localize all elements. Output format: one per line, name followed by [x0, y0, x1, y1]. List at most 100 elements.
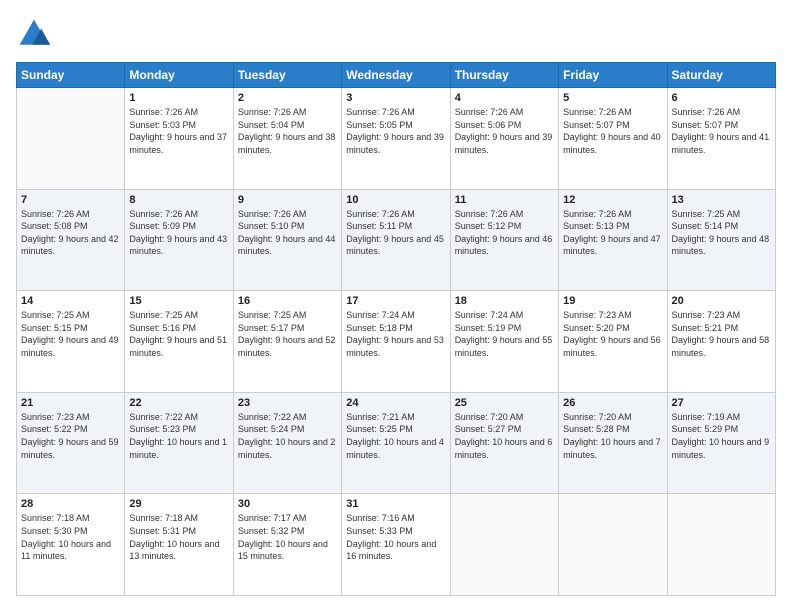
daylight-text: Daylight: 9 hours and 39 minutes.: [346, 132, 444, 155]
calendar-week: 28 Sunrise: 7:18 AM Sunset: 5:30 PM Dayl…: [17, 494, 776, 596]
daylight-text: Daylight: 10 hours and 9 minutes.: [672, 437, 770, 460]
calendar-cell: 29 Sunrise: 7:18 AM Sunset: 5:31 PM Dayl…: [125, 494, 233, 596]
calendar-cell: 20 Sunrise: 7:23 AM Sunset: 5:21 PM Dayl…: [667, 291, 775, 393]
sunset-text: Sunset: 5:32 PM: [238, 526, 305, 536]
daylight-text: Daylight: 9 hours and 45 minutes.: [346, 234, 444, 257]
sunrise-text: Sunrise: 7:22 AM: [129, 412, 198, 422]
sunset-text: Sunset: 5:17 PM: [238, 323, 305, 333]
sunrise-text: Sunrise: 7:26 AM: [129, 209, 198, 219]
sunset-text: Sunset: 5:20 PM: [563, 323, 630, 333]
sunrise-text: Sunrise: 7:23 AM: [563, 310, 632, 320]
day-info: Sunrise: 7:18 AM Sunset: 5:30 PM Dayligh…: [21, 512, 120, 562]
sunrise-text: Sunrise: 7:18 AM: [21, 513, 90, 523]
sunrise-text: Sunrise: 7:17 AM: [238, 513, 307, 523]
daylight-text: Daylight: 9 hours and 56 minutes.: [563, 335, 661, 358]
sunset-text: Sunset: 5:29 PM: [672, 424, 739, 434]
sunrise-text: Sunrise: 7:25 AM: [21, 310, 90, 320]
weekday-header: Saturday: [667, 63, 775, 88]
day-number: 31: [346, 498, 445, 510]
sunset-text: Sunset: 5:19 PM: [455, 323, 522, 333]
calendar-cell: 3 Sunrise: 7:26 AM Sunset: 5:05 PM Dayli…: [342, 88, 450, 190]
day-number: 6: [672, 92, 771, 104]
calendar-cell: 6 Sunrise: 7:26 AM Sunset: 5:07 PM Dayli…: [667, 88, 775, 190]
daylight-text: Daylight: 10 hours and 1 minute.: [129, 437, 227, 460]
sunset-text: Sunset: 5:23 PM: [129, 424, 196, 434]
sunrise-text: Sunrise: 7:21 AM: [346, 412, 415, 422]
calendar-week: 14 Sunrise: 7:25 AM Sunset: 5:15 PM Dayl…: [17, 291, 776, 393]
day-number: 7: [21, 194, 120, 206]
calendar-cell: 26 Sunrise: 7:20 AM Sunset: 5:28 PM Dayl…: [559, 392, 667, 494]
day-number: 9: [238, 194, 337, 206]
calendar-cell: [17, 88, 125, 190]
sunset-text: Sunset: 5:24 PM: [238, 424, 305, 434]
daylight-text: Daylight: 9 hours and 40 minutes.: [563, 132, 661, 155]
daylight-text: Daylight: 9 hours and 48 minutes.: [672, 234, 770, 257]
daylight-text: Daylight: 9 hours and 37 minutes.: [129, 132, 227, 155]
sunset-text: Sunset: 5:30 PM: [21, 526, 88, 536]
day-number: 15: [129, 295, 228, 307]
calendar-cell: 17 Sunrise: 7:24 AM Sunset: 5:18 PM Dayl…: [342, 291, 450, 393]
sunrise-text: Sunrise: 7:26 AM: [563, 107, 632, 117]
sunrise-text: Sunrise: 7:26 AM: [346, 107, 415, 117]
daylight-text: Daylight: 10 hours and 7 minutes.: [563, 437, 661, 460]
sunrise-text: Sunrise: 7:25 AM: [129, 310, 198, 320]
sunrise-text: Sunrise: 7:20 AM: [455, 412, 524, 422]
sunrise-text: Sunrise: 7:25 AM: [672, 209, 741, 219]
daylight-text: Daylight: 9 hours and 55 minutes.: [455, 335, 553, 358]
calendar-cell: 7 Sunrise: 7:26 AM Sunset: 5:08 PM Dayli…: [17, 189, 125, 291]
calendar-week: 7 Sunrise: 7:26 AM Sunset: 5:08 PM Dayli…: [17, 189, 776, 291]
logo-icon: [16, 16, 52, 52]
day-info: Sunrise: 7:26 AM Sunset: 5:06 PM Dayligh…: [455, 106, 554, 156]
calendar-week: 1 Sunrise: 7:26 AM Sunset: 5:03 PM Dayli…: [17, 88, 776, 190]
daylight-text: Daylight: 10 hours and 15 minutes.: [238, 539, 328, 562]
day-info: Sunrise: 7:16 AM Sunset: 5:33 PM Dayligh…: [346, 512, 445, 562]
calendar-cell: 27 Sunrise: 7:19 AM Sunset: 5:29 PM Dayl…: [667, 392, 775, 494]
day-info: Sunrise: 7:26 AM Sunset: 5:03 PM Dayligh…: [129, 106, 228, 156]
sunset-text: Sunset: 5:14 PM: [672, 221, 739, 231]
daylight-text: Daylight: 9 hours and 42 minutes.: [21, 234, 119, 257]
day-info: Sunrise: 7:26 AM Sunset: 5:11 PM Dayligh…: [346, 208, 445, 258]
sunrise-text: Sunrise: 7:26 AM: [672, 107, 741, 117]
daylight-text: Daylight: 10 hours and 4 minutes.: [346, 437, 444, 460]
sunrise-text: Sunrise: 7:26 AM: [129, 107, 198, 117]
day-info: Sunrise: 7:25 AM Sunset: 5:17 PM Dayligh…: [238, 309, 337, 359]
calendar-cell: 31 Sunrise: 7:16 AM Sunset: 5:33 PM Dayl…: [342, 494, 450, 596]
weekday-row: SundayMondayTuesdayWednesdayThursdayFrid…: [17, 63, 776, 88]
day-info: Sunrise: 7:20 AM Sunset: 5:27 PM Dayligh…: [455, 411, 554, 461]
day-number: 3: [346, 92, 445, 104]
day-number: 19: [563, 295, 662, 307]
day-info: Sunrise: 7:26 AM Sunset: 5:07 PM Dayligh…: [672, 106, 771, 156]
daylight-text: Daylight: 9 hours and 44 minutes.: [238, 234, 336, 257]
calendar-cell: 30 Sunrise: 7:17 AM Sunset: 5:32 PM Dayl…: [233, 494, 341, 596]
day-info: Sunrise: 7:22 AM Sunset: 5:24 PM Dayligh…: [238, 411, 337, 461]
sunset-text: Sunset: 5:07 PM: [563, 120, 630, 130]
day-info: Sunrise: 7:26 AM Sunset: 5:08 PM Dayligh…: [21, 208, 120, 258]
day-info: Sunrise: 7:17 AM Sunset: 5:32 PM Dayligh…: [238, 512, 337, 562]
day-info: Sunrise: 7:25 AM Sunset: 5:16 PM Dayligh…: [129, 309, 228, 359]
daylight-text: Daylight: 10 hours and 2 minutes.: [238, 437, 336, 460]
sunrise-text: Sunrise: 7:16 AM: [346, 513, 415, 523]
day-info: Sunrise: 7:23 AM Sunset: 5:20 PM Dayligh…: [563, 309, 662, 359]
day-number: 18: [455, 295, 554, 307]
day-number: 23: [238, 397, 337, 409]
day-number: 21: [21, 397, 120, 409]
weekday-header: Tuesday: [233, 63, 341, 88]
calendar-body: 1 Sunrise: 7:26 AM Sunset: 5:03 PM Dayli…: [17, 88, 776, 596]
day-number: 13: [672, 194, 771, 206]
day-info: Sunrise: 7:26 AM Sunset: 5:07 PM Dayligh…: [563, 106, 662, 156]
day-number: 25: [455, 397, 554, 409]
calendar-cell: 13 Sunrise: 7:25 AM Sunset: 5:14 PM Dayl…: [667, 189, 775, 291]
calendar-cell: 19 Sunrise: 7:23 AM Sunset: 5:20 PM Dayl…: [559, 291, 667, 393]
sunset-text: Sunset: 5:08 PM: [21, 221, 88, 231]
sunset-text: Sunset: 5:25 PM: [346, 424, 413, 434]
calendar-cell: 4 Sunrise: 7:26 AM Sunset: 5:06 PM Dayli…: [450, 88, 558, 190]
day-number: 30: [238, 498, 337, 510]
day-info: Sunrise: 7:24 AM Sunset: 5:18 PM Dayligh…: [346, 309, 445, 359]
sunrise-text: Sunrise: 7:19 AM: [672, 412, 741, 422]
sunset-text: Sunset: 5:13 PM: [563, 221, 630, 231]
sunrise-text: Sunrise: 7:18 AM: [129, 513, 198, 523]
calendar-cell: 12 Sunrise: 7:26 AM Sunset: 5:13 PM Dayl…: [559, 189, 667, 291]
sunset-text: Sunset: 5:04 PM: [238, 120, 305, 130]
page: SundayMondayTuesdayWednesdayThursdayFrid…: [0, 0, 792, 612]
sunset-text: Sunset: 5:27 PM: [455, 424, 522, 434]
